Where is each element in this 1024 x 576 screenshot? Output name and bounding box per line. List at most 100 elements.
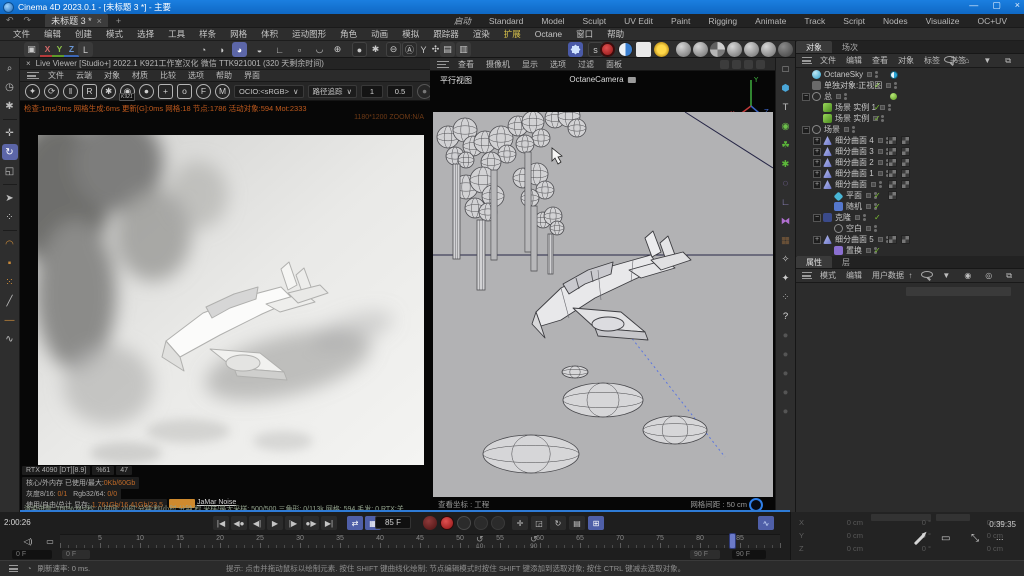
previous-frame-button[interactable]: ◀|	[249, 516, 265, 530]
visibility-dots[interactable]	[863, 214, 866, 221]
snap-icon[interactable]: ◔	[196, 42, 211, 57]
material-slot-icon[interactable]: ●	[778, 366, 793, 381]
script-help-icon[interactable]: ?	[778, 309, 793, 324]
minus-icon[interactable]: ⊖	[386, 42, 401, 57]
ball-preview-icon[interactable]: ●	[139, 84, 154, 99]
modeling-axis-icon[interactable]: ◒	[252, 42, 267, 57]
record-point-level-toggle[interactable]: ⊞	[588, 516, 604, 530]
material-tag-icon[interactable]	[888, 235, 897, 244]
search-icon[interactable]	[921, 271, 933, 278]
grid-icon[interactable]: ▦	[778, 233, 793, 248]
undo-icon[interactable]: ↶	[6, 15, 18, 26]
move-tool-icon[interactable]: ✛	[2, 125, 18, 141]
resize-arrows-icon[interactable]: ⤡	[971, 533, 979, 544]
record-keyframe-button[interactable]	[440, 516, 454, 530]
layer-chip[interactable]	[871, 182, 876, 187]
symmetry-icon[interactable]: ⧓	[778, 214, 793, 229]
layout-item-standard[interactable]: Standard	[480, 16, 533, 26]
picture-frame-icon[interactable]: ▭	[941, 533, 950, 544]
add-region-icon[interactable]: +	[158, 84, 173, 99]
lock-icon[interactable]: ◉	[959, 271, 976, 281]
keyframe-selection-button[interactable]	[474, 516, 488, 530]
material-sphere-icon[interactable]	[676, 42, 691, 57]
tree-item-1[interactable]: 单独对象:正视图✓	[796, 80, 1024, 91]
knife-tool-icon[interactable]: ╱	[2, 293, 18, 309]
tree-item-9[interactable]: +细分曲面 1	[796, 168, 1024, 179]
menu-11[interactable]: 动画	[364, 28, 395, 40]
current-frame-field[interactable]: 85 F	[375, 516, 411, 529]
menu-9[interactable]: 运动图形	[285, 28, 333, 40]
render-view-button[interactable]: ▤	[440, 42, 455, 57]
text-spline-icon[interactable]: T	[778, 100, 793, 115]
lv-menu-5[interactable]: 选项	[182, 70, 210, 81]
om-tab-1[interactable]: 场次	[832, 41, 868, 53]
spline-pen-icon[interactable]: ∿	[2, 331, 18, 347]
tree-item-16[interactable]: 置换✓	[796, 245, 1024, 256]
record-rotation-toggle[interactable]: ↻	[550, 516, 566, 530]
multi-select-icon[interactable]: ⁘	[2, 209, 18, 225]
menu-7[interactable]: 网格	[223, 28, 254, 40]
keyframe-options-button[interactable]	[491, 516, 505, 530]
menu-16[interactable]: Octane	[528, 29, 569, 39]
tree-item-5[interactable]: −场景	[796, 124, 1024, 135]
menu-17[interactable]: 窗口	[569, 28, 600, 40]
home-icon[interactable]: ⌂	[960, 56, 975, 66]
hamburger-icon[interactable]	[9, 565, 18, 572]
render-settings-button[interactable]: ▥	[456, 42, 471, 57]
octane-liveviewer-button[interactable]	[600, 42, 615, 57]
pause-render-icon[interactable]: ‖	[63, 84, 78, 99]
vp-menu-3[interactable]: 选项	[544, 59, 572, 70]
pop-out-icon[interactable]: ⧉	[1000, 56, 1016, 66]
material-slot-icon[interactable]: ●	[778, 347, 793, 362]
spline-icon[interactable]: ◌	[778, 176, 793, 191]
lock-resolution-icon[interactable]: ◉K921	[120, 84, 135, 99]
coord-system-icon[interactable]: L	[78, 42, 93, 57]
live-viewer-tab[interactable]: × Live Viewer [Studio+] 2022.1 K921工作室汉化…	[20, 58, 430, 70]
pose-tool-icon[interactable]: ▪	[2, 255, 18, 271]
layout-item-sculpt[interactable]: Sculpt	[574, 16, 616, 26]
attr-menu-0[interactable]: 模式	[815, 270, 841, 281]
tree-item-12[interactable]: 随机✓	[796, 201, 1024, 212]
om-menu-0[interactable]: 文件	[815, 55, 841, 66]
record-parameter-toggle[interactable]: ▤	[569, 516, 585, 530]
timeline-sound-icon[interactable]: ◁)	[20, 534, 36, 548]
layout-item-rigging[interactable]: Rigging	[699, 16, 746, 26]
play-button[interactable]: ▶	[267, 516, 283, 530]
layer-chip[interactable]	[886, 83, 891, 88]
hamburger-icon[interactable]	[802, 57, 812, 64]
material-slot-icon[interactable]: ●	[778, 385, 793, 400]
tree-item-3[interactable]: 场景 实例 1✓	[796, 102, 1024, 113]
line-cut-icon[interactable]: —	[2, 312, 18, 328]
visibility-dots[interactable]	[881, 115, 884, 122]
timeline-ruler[interactable]: 510152025303540455055606570758085	[60, 534, 780, 548]
range-end-cap[interactable]: 90 F	[690, 550, 720, 559]
layer-chip[interactable]	[866, 193, 871, 198]
keyframe-chart-icon[interactable]: ∿	[758, 516, 774, 530]
menu-10[interactable]: 角色	[333, 28, 364, 40]
filter-icon[interactable]: ▼	[978, 56, 996, 66]
material-sphere-icon[interactable]	[778, 42, 793, 57]
attr-tab-1[interactable]: 层	[832, 256, 860, 268]
render-preview[interactable]	[38, 135, 424, 465]
snap-settings-icon[interactable]: ⊕	[330, 42, 345, 57]
sky-tag-icon[interactable]	[890, 71, 898, 79]
layout-item-model[interactable]: Model	[532, 16, 573, 26]
clear-region-icon[interactable]: o	[177, 84, 192, 99]
material-tag-icon[interactable]	[901, 147, 910, 156]
expand-toggle-icon[interactable]: −	[802, 126, 810, 134]
layer-chip[interactable]	[878, 138, 883, 143]
viewport-camera-label[interactable]: OctaneCamera	[569, 75, 635, 84]
reset-icon[interactable]: R	[82, 84, 97, 99]
layout-item-uv-edit[interactable]: UV Edit	[615, 16, 662, 26]
expand-toggle-icon[interactable]: −	[802, 93, 810, 101]
live-viewer-close-icon[interactable]: ×	[26, 59, 31, 68]
play-mode-toggle[interactable]: ⇄	[347, 516, 363, 530]
visibility-dots[interactable]	[852, 126, 855, 133]
particles-icon[interactable]: ✦	[778, 271, 793, 286]
layer-chip[interactable]	[867, 72, 872, 77]
more-options-icon[interactable]: ...	[996, 532, 1004, 542]
subsample-field[interactable]: 1	[361, 85, 383, 98]
lv-menu-1[interactable]: 云端	[70, 70, 98, 81]
tree-item-4[interactable]: 场景 实例✓	[796, 113, 1024, 124]
deformer-icon[interactable]: ✱	[778, 157, 793, 172]
